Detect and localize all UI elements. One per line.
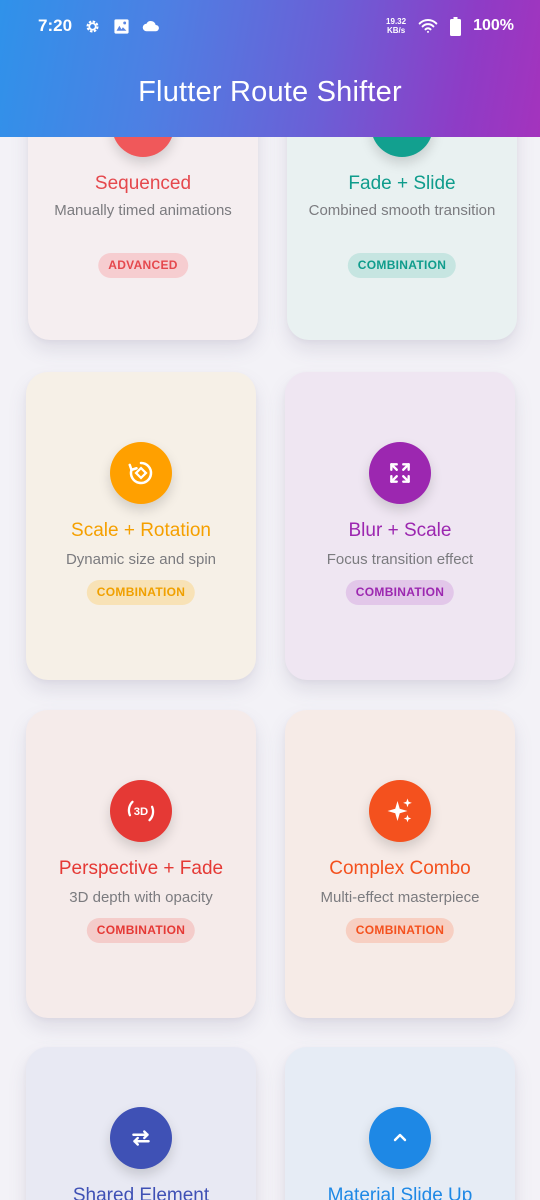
image-notification-icon bbox=[113, 18, 130, 35]
swap-arrows-icon bbox=[110, 1107, 172, 1169]
transition-grid: Sequenced Manually timed animations ADVA… bbox=[0, 0, 540, 1200]
card-description: Multi-effect masterpiece bbox=[320, 889, 480, 906]
fullscreen-icon bbox=[369, 442, 431, 504]
network-speed-value: 19.32 bbox=[386, 17, 407, 26]
category-badge: COMBINATION bbox=[345, 918, 455, 943]
wifi-icon bbox=[418, 18, 438, 34]
card-blur-scale[interactable]: Blur + Scale Focus transition effect COM… bbox=[285, 372, 515, 680]
card-title: Blur + Scale bbox=[348, 520, 452, 541]
card-title: Material Slide Up bbox=[327, 1185, 473, 1200]
clock: 7:20 bbox=[38, 16, 73, 35]
chevron-up-icon bbox=[369, 1107, 431, 1169]
category-badge: COMBINATION bbox=[347, 253, 457, 278]
battery-percentage: 100% bbox=[473, 17, 514, 34]
network-speed-unit: KB/s bbox=[386, 26, 406, 35]
card-description: Manually timed animations bbox=[54, 202, 232, 219]
card-title: Scale + Rotation bbox=[71, 520, 211, 541]
battery-icon bbox=[450, 16, 462, 36]
status-bar: 7:20 19.32 KB/s 100% bbox=[0, 0, 540, 52]
cloud-icon bbox=[142, 19, 160, 33]
card-description: Focus transition effect bbox=[326, 551, 474, 568]
card-title: Perspective + Fade bbox=[58, 858, 224, 879]
card-shared-element[interactable]: Shared Element bbox=[26, 1047, 256, 1200]
card-scale-rotation[interactable]: Scale + Rotation Dynamic size and spin C… bbox=[26, 372, 256, 680]
sparkle-icon bbox=[369, 780, 431, 842]
svg-text:3D: 3D bbox=[134, 806, 148, 818]
3d-rotation-icon: 3D bbox=[110, 780, 172, 842]
card-description: Combined smooth transition bbox=[308, 202, 496, 219]
category-badge: COMBINATION bbox=[86, 580, 196, 605]
settings-gear-icon bbox=[84, 18, 101, 35]
category-badge: COMBINATION bbox=[345, 580, 455, 605]
rotate-icon bbox=[110, 442, 172, 504]
card-title: Sequenced bbox=[94, 173, 192, 194]
card-perspective-fade[interactable]: 3D Perspective + Fade 3D depth with opac… bbox=[26, 710, 256, 1018]
card-title: Complex Combo bbox=[329, 858, 471, 879]
card-description: 3D depth with opacity bbox=[69, 889, 213, 906]
network-speed: 19.32 KB/s bbox=[386, 17, 406, 35]
category-badge: ADVANCED bbox=[98, 253, 188, 278]
card-description: Dynamic size and spin bbox=[65, 551, 217, 568]
card-material-slide-up[interactable]: Material Slide Up bbox=[285, 1047, 515, 1200]
card-complex-combo[interactable]: Complex Combo Multi-effect masterpiece C… bbox=[285, 710, 515, 1018]
card-title: Shared Element bbox=[72, 1185, 210, 1200]
card-title: Fade + Slide bbox=[348, 173, 456, 194]
category-badge: COMBINATION bbox=[86, 918, 196, 943]
page-title: Flutter Route Shifter bbox=[138, 76, 402, 108]
app-bar: 7:20 19.32 KB/s 100% Flutter Route Shift… bbox=[0, 0, 540, 137]
